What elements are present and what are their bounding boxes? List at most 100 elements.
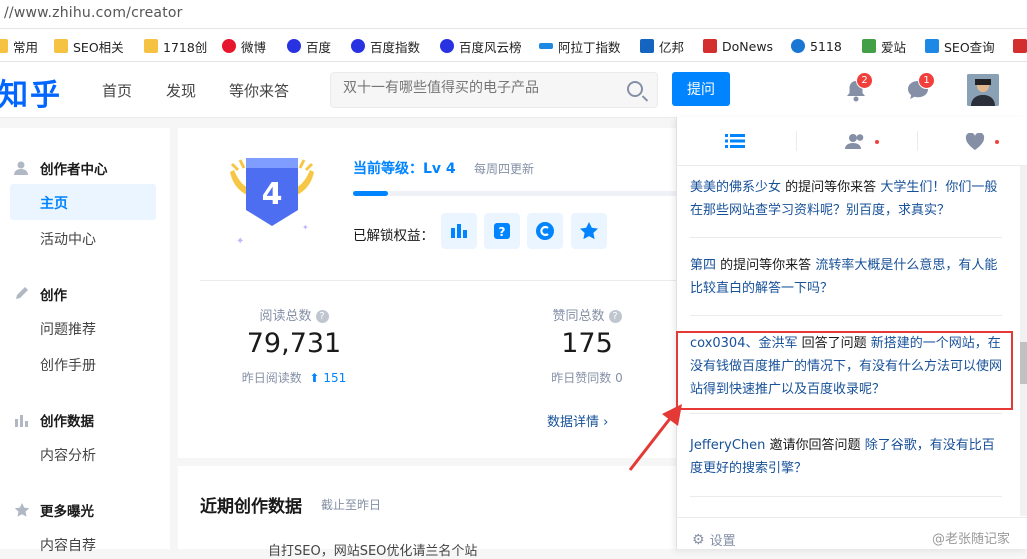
tab-list[interactable] xyxy=(725,133,745,153)
notification-separator xyxy=(690,315,1002,316)
tab-follows[interactable] xyxy=(845,133,867,153)
address-bar[interactable]: //www.zhihu.com/creator xyxy=(0,0,1027,29)
weibo-icon xyxy=(222,39,236,53)
yibang-icon xyxy=(640,39,654,53)
donews-icon xyxy=(703,39,717,53)
bookmark-donews[interactable]: DoNews xyxy=(703,37,773,55)
folder-icon xyxy=(144,39,158,53)
reads-total-value: 79,731 xyxy=(246,328,342,359)
level-update-note: 每周四更新 xyxy=(474,162,535,176)
bookmark-5118[interactable]: 5118 xyxy=(791,37,842,55)
notification-separator xyxy=(690,496,1002,497)
5118-icon xyxy=(791,39,805,53)
baidu-paw-icon xyxy=(287,39,301,53)
star-icon xyxy=(14,503,30,517)
bookmark-baidu[interactable]: 百度 xyxy=(287,37,331,55)
annotation-highlight-box xyxy=(676,331,1013,410)
sidebar-section-more-exposure: 更多曝光 xyxy=(14,500,94,520)
help-icon[interactable]: ? xyxy=(608,310,622,323)
tab-divider xyxy=(796,131,797,151)
bookmark-changyong[interactable]: 常用 xyxy=(0,37,38,55)
level-progress-fill xyxy=(353,191,388,196)
bookmark-seo[interactable]: SEO相关 xyxy=(54,37,124,55)
ask-button[interactable]: 提问 xyxy=(672,72,730,106)
sidebar-item-creator-handbook[interactable]: 创作手册 xyxy=(40,355,96,375)
notification-item[interactable]: JefferyChen 邀请你回答问题 除了谷歌，有没有比百度更好的搜索引擎？ xyxy=(690,434,1002,480)
tab-follows-dot xyxy=(875,140,879,144)
panel-scrollbar[interactable] xyxy=(1020,166,1027,516)
folder-icon xyxy=(0,39,8,53)
avatar-image xyxy=(967,74,999,106)
users-icon xyxy=(845,134,864,149)
nav-waiting-answers[interactable]: 等你来答 xyxy=(229,80,289,101)
notifications-badge: 2 xyxy=(856,72,873,89)
aizhan-icon xyxy=(862,39,876,53)
messages-button[interactable]: 1 xyxy=(906,72,935,103)
folder-icon xyxy=(54,39,68,53)
sidebar-section-creator-center: 创作者中心 xyxy=(14,158,108,178)
aladdin-icon xyxy=(539,43,553,49)
bookmark-overflow[interactable] xyxy=(1013,37,1027,55)
likes-total-value: 175 xyxy=(561,328,613,359)
tab-likes[interactable] xyxy=(965,132,985,155)
bookmark-yibang[interactable]: 亿邦 xyxy=(640,37,684,55)
svg-text:?: ? xyxy=(499,225,506,239)
notification-item[interactable]: 第四 的提问等你来答 流转率大概是什么意思，有人能比较直白的解答一下吗？ xyxy=(690,254,1002,300)
sidebar-item-home[interactable]: 主页 xyxy=(40,193,68,213)
level-progress-bar xyxy=(353,191,698,196)
annotation-arrow xyxy=(628,404,682,471)
tab-likes-dot xyxy=(995,140,999,144)
recent-data-title: 近期创作数据 xyxy=(200,497,302,517)
nav-explore[interactable]: 发现 xyxy=(166,80,196,101)
watermark: @老张随记家 xyxy=(932,532,1011,547)
bookmark-baidu-index[interactable]: 百度指数 xyxy=(351,37,420,55)
notification-item[interactable]: 美美的佛系少女 的提问等你来答 大学生们！你们一般在那些网站查学习资料呢？别百度… xyxy=(690,176,1002,222)
sidebar-item-content-analysis[interactable]: 内容分析 xyxy=(40,445,96,465)
unlocked-rights-label: 已解锁权益： xyxy=(353,228,434,244)
address-url[interactable]: //www.zhihu.com/creator xyxy=(4,5,183,21)
notification-separator xyxy=(690,237,1002,238)
data-details-link[interactable]: 数据详情 › xyxy=(547,411,608,430)
sidebar-item-activity-center[interactable]: 活动中心 xyxy=(40,229,96,249)
top-header: 知乎 首页 发现 等你来答 提问 2 1 xyxy=(0,62,1027,118)
bookmark-baidu-fengyun[interactable]: 百度风云榜 xyxy=(440,37,522,55)
recent-data-subtitle: 截止至昨日 xyxy=(321,498,382,512)
notification-separator xyxy=(690,413,1002,414)
bookmark-1718[interactable]: 1718创 xyxy=(144,37,207,55)
panel-scrollbar-thumb[interactable] xyxy=(1020,342,1027,384)
svg-text:✦: ✦ xyxy=(236,236,244,247)
nav-home[interactable]: 首页 xyxy=(102,80,132,101)
right-data-icon[interactable] xyxy=(441,213,477,249)
sidebar-item-question-recommend[interactable]: 问题推荐 xyxy=(40,319,96,339)
reads-total-label: 阅读总数? xyxy=(204,305,384,324)
reads-yesterday: 昨日阅读数 ⬆ 151 xyxy=(241,371,347,385)
settings-link[interactable]: ⚙ 设置 xyxy=(692,530,736,550)
sidebar-item-content-self-recommend[interactable]: 内容自荐 xyxy=(40,535,96,555)
creator-sidebar: 创作者中心 主页 活动中心 创作 问题推荐 创作手册 创作数据 内容分析 更多曝… xyxy=(0,128,170,554)
level-badge-number: 4 xyxy=(262,177,283,212)
help-icon[interactable]: ? xyxy=(315,310,329,323)
svg-text:✦: ✦ xyxy=(302,223,309,232)
gear-icon: ⚙ xyxy=(692,531,705,548)
bookmark-aizhan[interactable]: 爱站 xyxy=(862,37,906,55)
bookmark-seo-query[interactable]: SEO查询 xyxy=(925,37,995,55)
sidebar-section-creation-data: 创作数据 xyxy=(14,410,94,430)
notifications-button[interactable]: 2 xyxy=(845,72,873,103)
question-box-icon: ? xyxy=(494,223,510,239)
zhihu-logo[interactable]: 知乎 xyxy=(0,70,62,114)
user-icon xyxy=(14,161,28,175)
avatar[interactable] xyxy=(967,74,999,106)
bookmarks-bar: 常用 SEO相关 1718创 微博 百度 百度指数 百度风云榜 阿拉丁指数 亿邦… xyxy=(0,29,1027,62)
star-icon xyxy=(580,222,598,240)
notification-tabs xyxy=(677,117,1027,166)
right-copyright-icon[interactable] xyxy=(527,213,563,249)
right-question-icon[interactable]: ? xyxy=(484,213,520,249)
list-icon xyxy=(725,134,745,148)
right-star-icon[interactable] xyxy=(571,213,607,249)
bookmark-weibo[interactable]: 微博 xyxy=(222,37,266,55)
bookmark-aladdin[interactable]: 阿拉丁指数 xyxy=(539,37,621,55)
search-icon[interactable] xyxy=(627,81,643,97)
stats-chart-icon xyxy=(451,224,467,238)
pencil-icon xyxy=(16,287,28,299)
search-input[interactable] xyxy=(341,79,615,97)
